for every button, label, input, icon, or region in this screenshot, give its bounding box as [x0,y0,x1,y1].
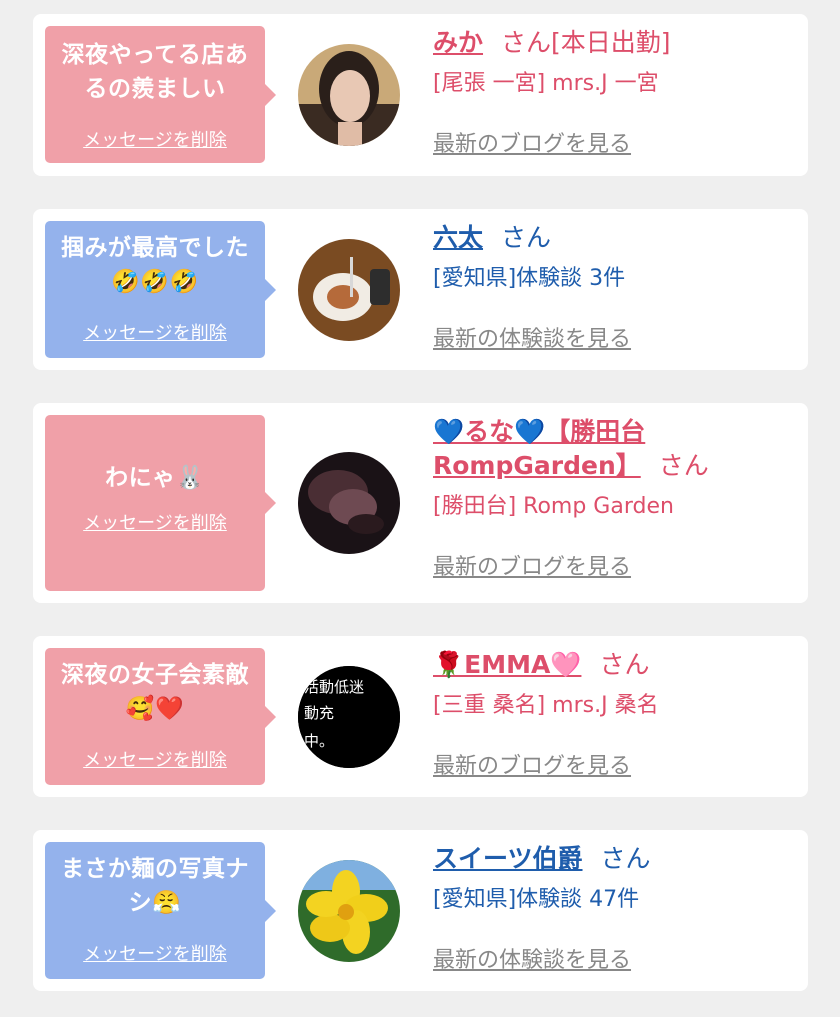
message-text: 深夜の女子会素敵🥰❤️ [61,662,249,722]
message-text: まさか麺の写真ナシ😤 [61,856,249,916]
user-info: 六太 さん [愛知県]体験談 3件 最新の体験談を見る [433,221,798,353]
avatar-text: 動充 [304,704,334,722]
review-count-label: [愛知県]体験談 47件 [433,887,640,912]
user-name-link[interactable]: 💙るな💙【勝田台RompGarden】 [433,417,645,480]
avatar[interactable] [298,44,400,146]
avatar-photo [298,452,400,554]
message-card: 深夜の女子会素敵🥰❤️ メッセージを削除 活動低迷 動充 中。 🌹EMMA🩷 さん… [33,636,808,797]
user-name-link[interactable]: スイーツ伯爵 [433,844,583,873]
user-info: 💙るな💙【勝田台RompGarden】 さん [勝田台] Romp Garden … [433,415,798,581]
latest-review-link[interactable]: 最新の体験談を見る [433,321,631,353]
user-info: スイーツ伯爵 さん [愛知県]体験談 47件 最新の体験談を見る [433,842,798,974]
message-text: 深夜やってる店あるの羨ましい [61,42,249,102]
message-card: 深夜やってる店あるの羨ましい メッセージを削除 みか さん[本日出勤] [尾張 一… [33,14,808,176]
message-bubble: 深夜やってる店あるの羨ましい メッセージを削除 [45,26,276,163]
shop-label: [三重 桑名] mrs.J 桑名 [433,693,659,718]
honorific: さん [501,223,552,252]
avatar[interactable] [298,239,400,341]
latest-blog-link[interactable]: 最新のブログを見る [433,549,631,581]
avatar-photo [298,239,400,341]
avatar-photo [298,44,400,146]
user-info: 🌹EMMA🩷 さん [三重 桑名] mrs.J 桑名 最新のブログを見る [433,648,798,780]
avatar-text: 中。 [304,732,334,750]
shop-label: [勝田台] Romp Garden [433,494,674,519]
message-card: わにゃ🐰 メッセージを削除 💙るな💙【勝田台RompGarden】 さん [勝田台… [33,403,808,603]
message-text: わにゃ🐰 [105,465,205,491]
delete-message-link[interactable]: メッセージを削除 [83,940,227,966]
user-name-link[interactable]: みか [433,28,483,57]
status-label: [本日出勤] [551,28,671,57]
honorific: さん [600,844,651,873]
message-bubble: 掴みが最高でした🤣🤣🤣 メッセージを削除 [45,221,276,358]
message-card: 掴みが最高でした🤣🤣🤣 メッセージを削除 六太 さん [愛知県]体験談 3件 最新… [33,209,808,370]
delete-message-link[interactable]: メッセージを削除 [83,509,227,535]
latest-blog-link[interactable]: 最新のブログを見る [433,748,631,780]
delete-message-link[interactable]: メッセージを削除 [83,319,227,345]
avatar[interactable] [298,860,400,962]
shop-label: [尾張 一宮] mrs.J 一宮 [433,71,659,96]
user-info: みか さん[本日出勤] [尾張 一宮] mrs.J 一宮 最新のブログを見る [433,26,798,158]
honorific: さん [658,451,709,480]
honorific: さん [599,650,650,679]
avatar[interactable] [298,452,400,554]
user-name-link[interactable]: 六太 [433,223,483,252]
honorific: さん [501,28,552,57]
avatar-photo: 活動低迷 動充 中。 [298,666,400,768]
user-name-link[interactable]: 🌹EMMA🩷 [433,650,581,679]
delete-message-link[interactable]: メッセージを削除 [83,746,227,772]
delete-message-link[interactable]: メッセージを削除 [83,126,227,152]
message-text: 掴みが最高でした🤣🤣🤣 [61,235,249,295]
latest-blog-link[interactable]: 最新のブログを見る [433,126,631,158]
review-count-label: [愛知県]体験談 3件 [433,266,626,291]
message-card: まさか麺の写真ナシ😤 メッセージを削除 スイーツ伯爵 さん [愛知県]体験談 47… [33,830,808,991]
latest-review-link[interactable]: 最新の体験談を見る [433,942,631,974]
message-bubble: 深夜の女子会素敵🥰❤️ メッセージを削除 [45,648,276,785]
avatar-photo [298,860,400,962]
message-bubble: まさか麺の写真ナシ😤 メッセージを削除 [45,842,276,979]
avatar-text: 活動低迷 [304,678,364,696]
avatar[interactable]: 活動低迷 動充 中。 [298,666,400,768]
message-bubble: わにゃ🐰 メッセージを削除 [45,415,276,591]
